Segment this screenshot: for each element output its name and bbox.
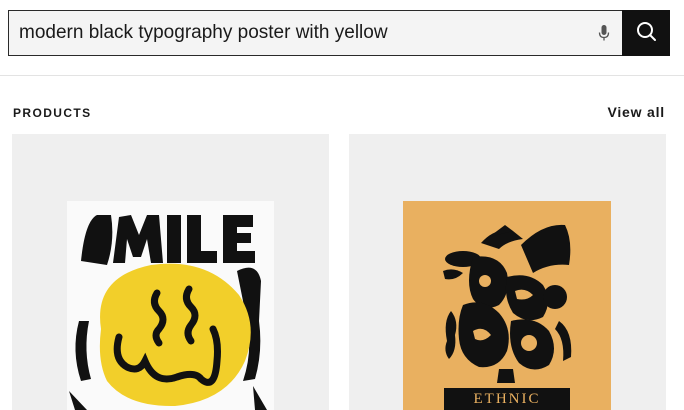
- header-divider: [0, 75, 684, 76]
- microphone-icon[interactable]: [598, 24, 610, 42]
- search-button[interactable]: [622, 10, 670, 56]
- poster-title-ethnic: ETHNIC: [444, 388, 570, 410]
- product-card-smile[interactable]: [12, 134, 329, 410]
- product-image-smile-poster: [67, 201, 274, 410]
- product-image-ethnic-poster: ETHNIC: [403, 201, 611, 410]
- product-card-ethnic[interactable]: ETHNIC: [349, 134, 666, 410]
- search-bar: [8, 10, 670, 56]
- search-icon: [635, 20, 657, 47]
- search-input[interactable]: [19, 22, 598, 44]
- view-all-link[interactable]: View all: [607, 104, 665, 120]
- search-field[interactable]: [8, 10, 622, 56]
- products-heading: PRODUCTS: [13, 106, 92, 120]
